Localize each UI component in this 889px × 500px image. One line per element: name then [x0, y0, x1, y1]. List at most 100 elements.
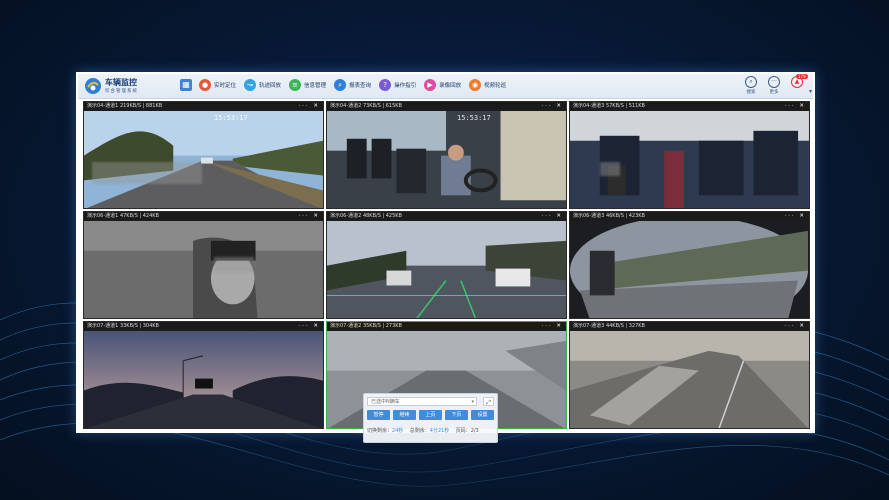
tile-controls[interactable]: ··· ✕ — [784, 322, 806, 331]
video-tile[interactable]: 演示04-通道1 219KB/S | 881KB ··· ✕ 15:53:17 — [83, 101, 324, 209]
tile-title: 演示06-通道2 48KB/S | 425KB — [330, 213, 402, 219]
app-logo-icon — [85, 78, 101, 94]
tile-controls[interactable]: ··· ✕ — [784, 102, 806, 111]
nav-report-query[interactable]: ⌕ 报表查询 — [334, 79, 371, 91]
page-label: 页码： — [455, 428, 471, 434]
patrol-status: 切换剩余：24秒 总剩余：4分21秒 页码：2/3 — [367, 427, 479, 434]
video-tile[interactable]: 演示06-通道3 46KB/S | 423KB ··· ✕ — [569, 211, 810, 319]
tile-title: 演示07-通道2 35KB/S | 273KB — [330, 323, 402, 329]
app-subtitle: 综合管理系统 — [105, 89, 138, 94]
video-grid: 演示04-通道1 219KB/S | 881KB ··· ✕ 15:53:17 … — [83, 101, 810, 443]
privacy-mask — [92, 162, 202, 184]
tile-header: 演示07-通道3 44KB/S | 327KB ··· ✕ — [570, 322, 809, 331]
top-navigation-bar: 车辆监控 综合管理系统 ▦ ● 实时定位 ↝ 轨迹回放 ≡ 信息管理 ⌕ 报表查… — [78, 74, 813, 99]
tile-controls[interactable]: ··· ✕ — [784, 212, 806, 221]
tile-header: 演示04-通道3 57KB/S | 511KB ··· ✕ — [570, 102, 809, 111]
search-icon: ⌕ — [745, 76, 757, 88]
total-remaining-value: 4分21秒 — [429, 428, 450, 434]
tile-controls[interactable]: ··· ✕ — [541, 102, 563, 111]
tile-controls[interactable]: ··· ✕ — [298, 212, 320, 221]
fullscreen-icon[interactable]: ⤢ — [483, 397, 494, 406]
nav-label: 视频轮巡 — [484, 83, 507, 89]
resume-button[interactable]: 继续 — [393, 410, 416, 420]
alarm-count-badge: 179 — [796, 74, 808, 79]
next-page-button[interactable]: 下页 — [445, 410, 468, 420]
video-feed — [327, 111, 566, 208]
video-replay-icon: ▶ — [424, 79, 437, 91]
nav-label: 报表查询 — [349, 83, 372, 89]
privacy-mask — [214, 257, 254, 272]
video-tile[interactable]: 演示06-通道1 47KB/S | 424KB ··· ✕ — [83, 211, 324, 319]
guide-icon: ? — [379, 79, 392, 91]
settings-button[interactable]: 设置 — [471, 410, 494, 420]
nav-video-replay[interactable]: ▶ 录像回放 — [424, 79, 461, 91]
tile-controls[interactable]: ··· ✕ — [298, 102, 320, 111]
tile-header: 演示06-通道1 47KB/S | 424KB ··· ✕ — [84, 212, 323, 221]
tile-header: 演示04-通道1 219KB/S | 881KB ··· ✕ — [84, 102, 323, 111]
video-feed — [84, 221, 323, 318]
video-tile[interactable]: 演示07-通道1 33KB/S | 304KB ··· ✕ — [83, 321, 324, 429]
grid-layout-button[interactable]: ▦ — [180, 79, 192, 91]
tile-title: 演示07-通道1 33KB/S | 304KB — [87, 323, 159, 329]
video-tile[interactable]: 演示06-通道2 48KB/S | 425KB ··· ✕ — [326, 211, 567, 319]
tile-controls[interactable]: ··· ✕ — [541, 322, 563, 331]
video-feed — [84, 111, 323, 208]
tile-header: 演示07-通道2 35KB/S | 273KB ··· ✕ — [327, 322, 566, 331]
nav-video-patrol[interactable]: ◉ 视频轮巡 — [469, 79, 506, 91]
right-toolbar: ⌕ 搜索 ··· 更多 ▲ 179 — [743, 74, 808, 95]
panel-buttons: 暂停 继续 上页 下页 设置 — [367, 410, 494, 420]
nav-info-management[interactable]: ≡ 信息管理 — [289, 79, 326, 91]
alarm-tool[interactable]: ▲ 179 — [789, 74, 808, 95]
nav-label: 实时定位 — [214, 83, 237, 89]
tile-title: 演示06-通道1 47KB/S | 424KB — [87, 213, 159, 219]
more-tool[interactable]: ··· 更多 — [766, 76, 782, 95]
page-value: 2/3 — [470, 428, 479, 434]
nav-realtime-location[interactable]: ● 实时定位 — [199, 79, 236, 91]
collapse-icon[interactable]: ▾ — [809, 88, 812, 95]
video-patrol-icon: ◉ — [469, 79, 482, 91]
total-remaining-label: 总剩余： — [409, 428, 430, 434]
nav-label: 录像回放 — [439, 83, 462, 89]
main-nav: ● 实时定位 ↝ 轨迹回放 ≡ 信息管理 ⌕ 报表查询 ? 操作指引 ▶ 录像回… — [199, 79, 514, 91]
video-feed — [570, 331, 809, 428]
video-feed — [327, 221, 566, 318]
tile-title: 演示04-通道2 73KB/S | 615KB — [330, 103, 402, 109]
patrol-control-panel: 已选中N辆车 ▾ ⤢ 暂停 继续 上页 下页 设置 切换剩余：24秒 总剩余：4… — [363, 393, 498, 443]
video-tile[interactable]: 演示07-通道3 44KB/S | 327KB ··· ✕ — [569, 321, 810, 429]
video-feed — [570, 221, 809, 318]
video-tile[interactable]: 演示04-通道2 73KB/S | 615KB ··· ✕ 15:53:17 — [326, 101, 567, 209]
tile-title: 演示06-通道3 46KB/S | 423KB — [573, 213, 645, 219]
tile-controls[interactable]: ··· ✕ — [541, 212, 563, 221]
search-tool[interactable]: ⌕ 搜索 — [743, 76, 759, 95]
tile-header: 演示04-通道2 73KB/S | 615KB ··· ✕ — [327, 102, 566, 111]
nav-track-playback[interactable]: ↝ 轨迹回放 — [244, 79, 281, 91]
document-icon: ≡ — [289, 79, 302, 91]
location-pin-icon: ● — [199, 79, 211, 91]
privacy-mask — [600, 162, 620, 176]
nav-label: 操作指引 — [394, 83, 417, 89]
app-window: 车辆监控 综合管理系统 ▦ ● 实时定位 ↝ 轨迹回放 ≡ 信息管理 ⌕ 报表查… — [76, 72, 815, 443]
switch-remaining-value: 24秒 — [392, 428, 404, 434]
nav-operation-guide[interactable]: ? 操作指引 — [379, 79, 416, 91]
tile-header: 演示07-通道1 33KB/S | 304KB ··· ✕ — [84, 322, 323, 331]
vehicle-select[interactable]: 已选中N辆车 ▾ — [367, 397, 477, 406]
pause-button[interactable]: 暂停 — [367, 410, 390, 420]
route-icon: ↝ — [244, 79, 257, 91]
chart-icon: ⌕ — [334, 79, 347, 91]
vehicle-select-value: 已选中N辆车 — [371, 399, 400, 405]
tile-controls[interactable]: ··· ✕ — [298, 322, 320, 331]
switch-remaining-label: 切换剩余： — [367, 428, 393, 434]
tile-header: 演示06-通道3 46KB/S | 423KB ··· ✕ — [570, 212, 809, 221]
prev-page-button[interactable]: 上页 — [419, 410, 442, 420]
app-title: 车辆监控 — [105, 78, 137, 87]
chevron-down-icon: ▾ — [471, 399, 474, 405]
video-feed — [84, 331, 323, 428]
video-timestamp: 15:53:17 — [214, 114, 248, 122]
tile-title: 演示04-通道3 57KB/S | 511KB — [573, 103, 645, 109]
tile-title: 演示04-通道1 219KB/S | 881KB — [87, 103, 163, 109]
more-icon: ··· — [768, 76, 780, 88]
more-label: 更多 — [769, 90, 779, 95]
video-tile[interactable]: 演示04-通道3 57KB/S | 511KB ··· ✕ — [569, 101, 810, 209]
video-timestamp: 15:53:17 — [457, 114, 491, 122]
search-label: 搜索 — [746, 90, 756, 95]
